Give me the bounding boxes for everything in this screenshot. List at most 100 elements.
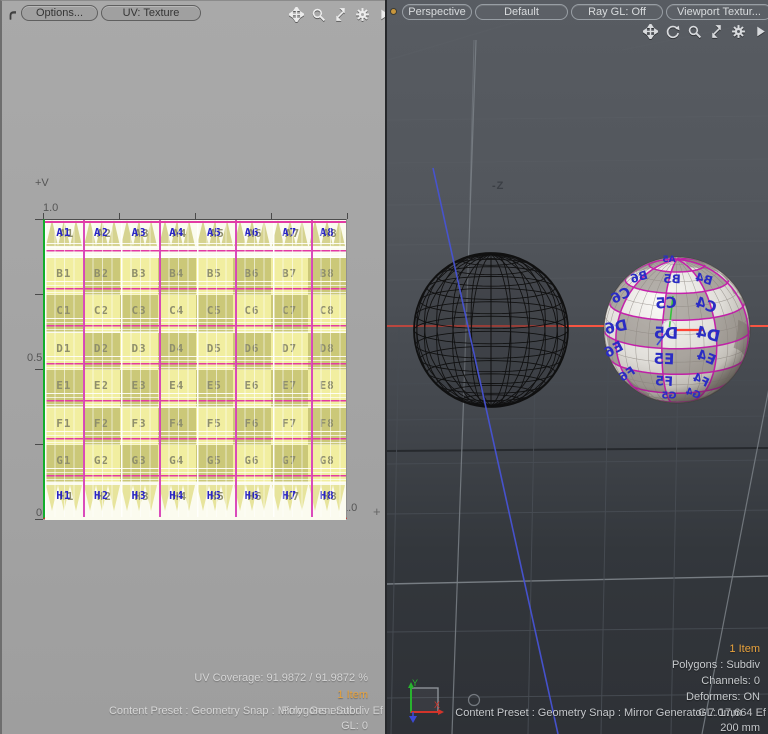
uv-editor-panel[interactable]: Options... UV: Texture +V 1.0 0.5 0 0.5 … [0,0,385,734]
panel-handle-icon[interactable] [6,7,21,22]
uv-pole-triangles [158,485,196,511]
uv-cell-label: C3 [120,304,158,317]
triangle-shape [309,220,321,246]
maximize-icon[interactable] [333,7,348,22]
triangle-shape [246,485,258,511]
uv-left-mid-value: 0.5 [27,352,42,364]
triangle-shape [46,485,58,511]
uv-cell: B3 [120,258,158,296]
triangle-shape [309,485,321,511]
uv-cell: F8 [308,408,346,446]
triangle-shape [70,485,82,511]
rotate-icon[interactable] [665,24,680,39]
triangle-shape [258,220,270,246]
uv-cell: F3 [120,408,158,446]
uv-pole-triangles [83,485,121,511]
uv-cell-label: G4 [158,454,196,467]
uv-pole-triangles [83,220,121,246]
triangle-shape [171,220,183,246]
uv-cell: E4 [158,370,196,408]
uv-cell: G6 [233,445,271,483]
gl-status: GL: 0 [341,720,368,732]
ruler-tick [35,444,43,445]
uv-cell: E2 [83,370,121,408]
triangle-shape [145,220,157,246]
uv-cell-label: B3 [120,267,158,280]
3d-scene[interactable]: YX [387,0,768,734]
ruler-tick [347,213,348,219]
uv-pole-triangles [233,220,271,246]
uv-cell: C2 [83,295,121,333]
uv-cell: G5 [196,445,234,483]
uv-cell-label: C2 [83,304,121,317]
deformers-status: Deformers: ON [686,691,760,703]
triangle-shape [221,220,233,246]
uv-cell: A3A3 [120,220,158,258]
uv-cell-label: E4 [158,379,196,392]
uv-cell: H1H1 [45,483,83,521]
uv-cell-label: G1 [45,454,83,467]
uv-cell: B5 [196,258,234,296]
maximize-icon[interactable] [709,24,724,39]
gear-icon[interactable] [355,7,370,22]
ruler-tick [35,219,43,220]
ruler-tick [195,213,196,219]
triangle-shape [96,220,108,246]
triangle-shape [108,220,120,246]
uv-cell: B7 [271,258,309,296]
uv-cell: H8H8 [308,483,346,521]
uv-cell: D7 [271,333,309,371]
uv-cell: A6A6 [233,220,271,258]
uv-cell-label: F5 [196,417,234,430]
item-count-status: 1 Item [729,643,760,655]
uv-cell-label: B2 [83,267,121,280]
uv-pole-triangles [158,220,196,246]
move-icon[interactable] [643,24,658,39]
uv-cell-label: B7 [271,267,309,280]
ray-gl-button[interactable]: Ray GL: Off [571,4,663,20]
triangle-shape [284,485,296,511]
more-icon[interactable] [753,24,768,39]
uv-cell-label: D2 [83,342,121,355]
triangle-shape [84,485,96,511]
uv-cell-label: D5 [196,342,234,355]
tool-overlay-status: Polygons : Subdiv Ef [281,705,383,717]
uv-cell-label: G8 [308,454,346,467]
uv-cell-label: F6 [233,417,271,430]
uv-pole-triangles [196,485,234,511]
v-axis-label: +V [35,177,49,189]
zoom-icon[interactable] [687,24,702,39]
options-button[interactable]: Options... [21,5,98,21]
tool-overlay-status: GL: 17,664 Ef [698,707,766,719]
more-icon[interactable] [377,7,385,22]
uv-cell-label: F2 [83,417,121,430]
triangle-shape [133,220,145,246]
perspective-button[interactable]: Perspective [402,4,472,20]
ruler-tick [119,213,120,219]
uv-texture-button[interactable]: UV: Texture [101,5,201,21]
triangle-shape [133,485,145,511]
uv-cell-label: D3 [120,342,158,355]
gear-icon[interactable] [731,24,746,39]
move-icon[interactable] [289,7,304,22]
3d-viewport-panel[interactable]: YX [385,0,768,734]
triangle-shape [221,485,233,511]
uv-cell: H7H7 [271,483,309,521]
viewport-texture-button[interactable]: Viewport Textur... [666,4,768,20]
uv-cell: C6 [233,295,271,333]
triangle-shape [197,485,209,511]
uv-editor-canvas[interactable]: A1A1A2A2A3A3A4A4A5A5A6A6A7A7A8A8B1B2B3B4… [43,219,347,519]
triangle-shape [58,485,70,511]
uv-cell: C1 [45,295,83,333]
uv-cell-label: D1 [45,342,83,355]
uv-plus-marker: + [373,504,381,519]
triangle-shape [84,220,96,246]
uv-pole-triangles [196,220,234,246]
shading-default-button[interactable]: Default [475,4,568,20]
zoom-icon[interactable] [311,7,326,22]
uv-cell: G8 [308,445,346,483]
polygons-status: Polygons : Subdiv [672,659,760,671]
modo-window: Options... UV: Texture +V 1.0 0.5 0 0.5 … [0,0,768,734]
triangle-shape [296,220,308,246]
uv-pole-triangles [308,485,346,511]
